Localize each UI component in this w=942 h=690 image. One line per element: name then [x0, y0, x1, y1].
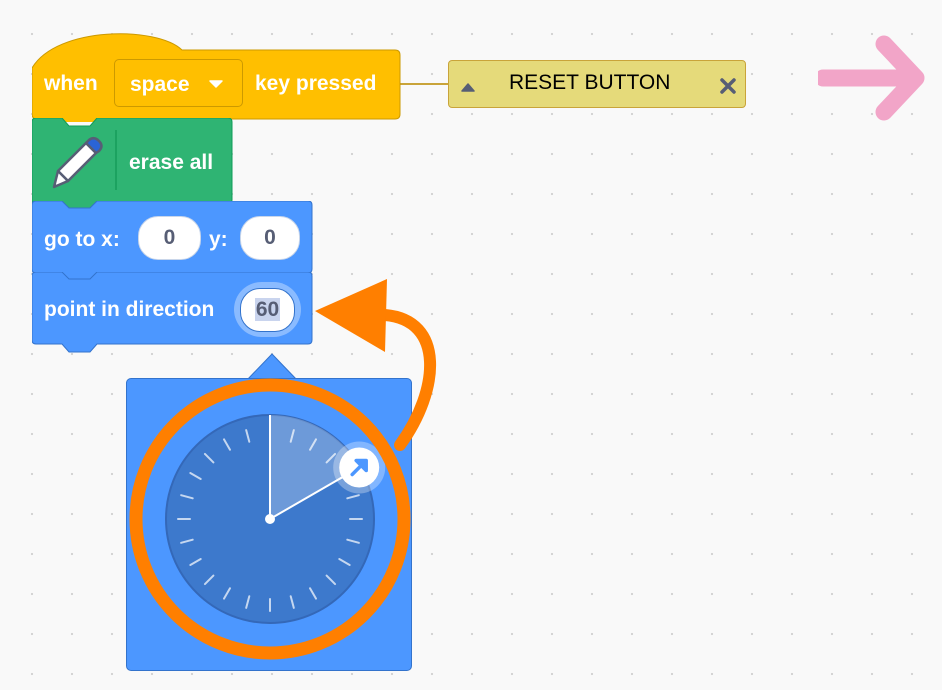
point-in-direction-label: point in direction — [44, 298, 215, 321]
comment-connector-line — [400, 83, 450, 85]
key-dropdown-value: space — [130, 73, 190, 96]
curved-arrow-head — [315, 279, 387, 352]
direction-input-value: 60 — [254, 298, 281, 321]
go-to-xy-block[interactable]: go to x: 0 y: 0 — [32, 201, 314, 283]
key-pressed-label: key pressed — [255, 72, 377, 95]
pen-icon — [52, 137, 103, 189]
when-key-pressed-hat-block[interactable]: when space key pressed — [32, 24, 401, 122]
erase-all-block[interactable]: erase all — [32, 118, 234, 214]
x-input[interactable]: 0 — [138, 216, 201, 260]
direction-dial[interactable] — [126, 378, 412, 671]
y-input[interactable]: 0 — [240, 216, 300, 260]
dial-knob-handle — [333, 441, 386, 494]
when-label: when — [44, 72, 98, 95]
close-icon[interactable] — [719, 77, 737, 95]
y-label: y: — [209, 228, 228, 251]
x-input-value: 0 — [163, 226, 176, 249]
collapse-triangle-icon[interactable] — [461, 82, 475, 92]
pink-arrow-icon — [818, 35, 925, 121]
comment-text: RESET BUTTON — [509, 71, 671, 94]
dial-center-dot — [265, 514, 275, 524]
dropdown-arrow-icon — [209, 80, 223, 88]
erase-all-label: erase all — [129, 151, 214, 174]
key-dropdown[interactable]: space — [114, 59, 243, 107]
direction-input[interactable]: 60 — [240, 288, 295, 332]
go-to-x-label: go to x: — [44, 228, 120, 251]
comment-note[interactable]: RESET BUTTON — [448, 60, 746, 108]
point-in-direction-block[interactable]: point in direction 60 — [32, 272, 314, 358]
y-input-value: 0 — [264, 226, 276, 249]
